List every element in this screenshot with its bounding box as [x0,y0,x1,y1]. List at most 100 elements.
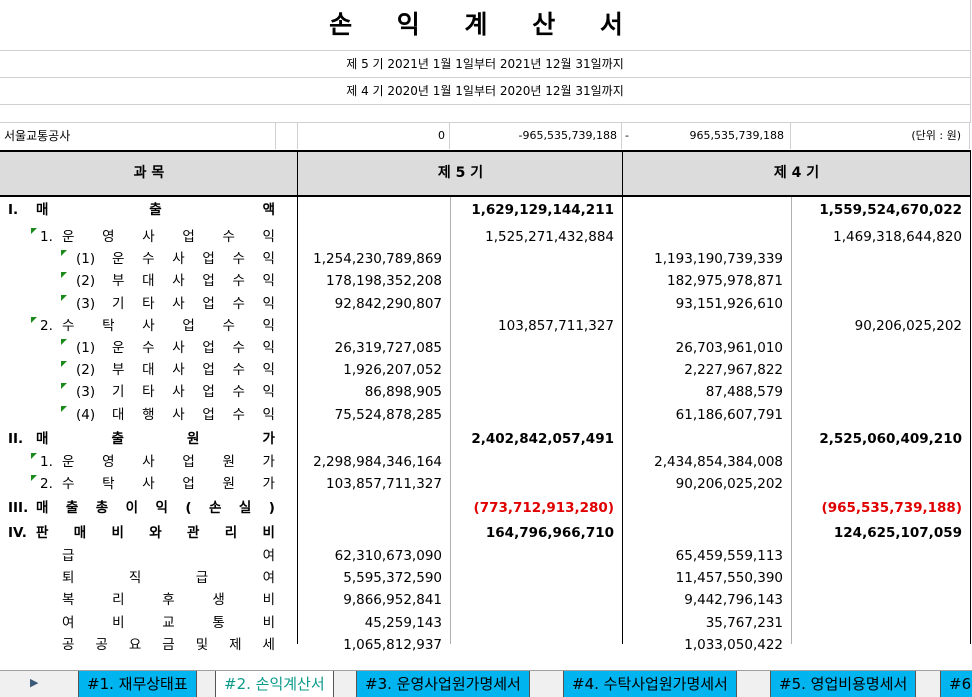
amount-cell[interactable] [450,634,622,656]
amount-cell[interactable] [450,589,622,611]
amount-cell[interactable]: 9,866,952,841 [298,589,450,611]
amount-cell[interactable]: 75,524,878,285 [298,404,450,426]
amount-cell[interactable]: 1,033,050,422 [623,634,791,656]
amount-cell[interactable]: 2,525,060,409,210 [791,426,970,451]
amount-cell[interactable] [791,567,970,589]
amount-cell[interactable]: 26,703,961,010 [623,337,791,359]
amount-cell[interactable] [450,337,622,359]
amount-cell[interactable]: 182,975,978,871 [623,270,791,292]
empty-cell[interactable] [276,123,298,149]
amount-cell[interactable]: 124,625,107,059 [791,520,970,545]
sheet-tab[interactable]: #2. 손익계산서 [215,671,334,697]
amount-cell[interactable] [791,359,970,381]
account-cell[interactable]: (3) 기 타 사 업 수 익 [0,293,297,315]
amount-cell[interactable]: 103,857,711,327 [298,473,450,495]
account-cell[interactable]: 급여 [0,545,297,567]
amount-cell[interactable]: 2,298,984,346,164 [298,451,450,473]
amount-cell[interactable]: 1,559,524,670,022 [791,197,970,226]
amount-cell[interactable]: 1,193,190,739,339 [623,248,791,270]
amount-cell[interactable] [791,293,970,315]
amount-cell[interactable] [791,381,970,403]
amount-cell[interactable]: 26,319,727,085 [298,337,450,359]
amount-cell[interactable] [450,293,622,315]
amount-cell[interactable] [450,545,622,567]
info-value-3-cell[interactable]: - 965,535,739,188 [623,123,791,149]
amount-cell[interactable]: 2,402,842,057,491 [450,426,622,451]
amount-cell[interactable] [623,197,791,226]
company-name[interactable]: 서울교통공사 [0,123,276,149]
amount-cell[interactable]: 61,186,607,791 [623,404,791,426]
account-cell[interactable]: (3) 기 타 사 업 수 익 [0,381,297,403]
amount-cell[interactable]: 45,259,143 [298,612,450,634]
account-cell[interactable]: 공공요금및제세 [0,634,297,656]
sheet-tab[interactable]: #4. 수탁사업원가명세서 [563,671,737,697]
account-cell[interactable]: (1) 운 수 사 업 수 익 [0,248,297,270]
next-sheet-icon[interactable]: ▶ [30,676,38,689]
account-cell[interactable]: 1. 운 영 사 업 수 익 [0,226,297,248]
amount-cell[interactable]: 92,842,290,807 [298,293,450,315]
info-value-2[interactable]: -965,535,739,188 [450,123,622,149]
amount-cell[interactable] [450,381,622,403]
amount-cell[interactable]: 35,767,231 [623,612,791,634]
amount-cell[interactable] [623,315,791,337]
amount-cell[interactable] [298,426,450,451]
amount-cell[interactable] [791,634,970,656]
sheet-tab[interactable]: #1. 재무상태표 [78,671,197,697]
account-cell[interactable]: II. 매 출 원 가 [0,426,297,451]
amount-cell[interactable]: 11,457,550,390 [623,567,791,589]
amount-cell[interactable]: 87,488,579 [623,381,791,403]
sheet-tab[interactable]: #5. 영업비용명세서 [770,671,917,697]
amount-cell[interactable]: 62,310,673,090 [298,545,450,567]
amount-cell[interactable] [298,495,450,520]
amount-cell[interactable] [450,473,622,495]
amount-cell[interactable] [450,404,622,426]
amount-cell[interactable] [791,451,970,473]
info-value-1[interactable]: 0 [298,123,450,149]
amount-cell[interactable] [791,337,970,359]
amount-cell[interactable]: 1,065,812,937 [298,634,450,656]
amount-cell[interactable] [450,248,622,270]
amount-cell[interactable]: 1,254,230,789,869 [298,248,450,270]
amount-cell[interactable]: 164,796,966,710 [450,520,622,545]
account-cell[interactable]: IV. 판 매 비 와 관 리 비 [0,520,297,545]
amount-cell[interactable] [791,545,970,567]
amount-cell[interactable] [623,426,791,451]
sheet-tab[interactable]: #6 [940,671,972,697]
amount-cell[interactable] [450,270,622,292]
amount-cell[interactable] [791,404,970,426]
amount-cell[interactable]: 1,629,129,144,211 [450,197,622,226]
account-cell[interactable]: 2. 수 탁 사 업 원 가 [0,473,297,495]
amount-cell[interactable]: 65,459,559,113 [623,545,791,567]
unit-label[interactable]: (단위 : 원) [791,123,970,149]
amount-cell[interactable] [450,612,622,634]
amount-cell[interactable] [791,248,970,270]
account-cell[interactable]: (2) 부 대 사 업 수 익 [0,270,297,292]
account-cell[interactable]: 여비교통비 [0,612,297,634]
amount-cell[interactable]: (965,535,739,188) [791,495,970,520]
account-cell[interactable]: 1. 운 영 사 업 원 가 [0,451,297,473]
amount-cell[interactable] [450,359,622,381]
spreadsheet-area[interactable]: 손 익 계 산 서 제 5 기 2021년 1월 1일부터 2021년 12월 … [0,0,972,670]
amount-cell[interactable]: 2,227,967,822 [623,359,791,381]
amount-cell[interactable] [791,473,970,495]
amount-cell[interactable] [298,226,450,248]
amount-cell[interactable]: 90,206,025,202 [791,315,970,337]
amount-cell[interactable]: 86,898,905 [298,381,450,403]
amount-cell[interactable] [623,495,791,520]
account-cell[interactable]: I. 매 출 액 [0,197,297,226]
account-cell[interactable]: 복리후생비 [0,589,297,611]
amount-cell[interactable]: 93,151,926,610 [623,293,791,315]
amount-cell[interactable]: 90,206,025,202 [623,473,791,495]
sheet-tab[interactable]: #3. 운영사업원가명세서 [356,671,530,697]
amount-cell[interactable]: (773,712,913,280) [450,495,622,520]
amount-cell[interactable] [623,520,791,545]
account-cell[interactable]: III. 매 출 총 이 익(손 실) [0,495,297,520]
account-cell[interactable]: (4) 대 행 사 업 수 익 [0,404,297,426]
amount-cell[interactable] [298,520,450,545]
amount-cell[interactable] [791,589,970,611]
amount-cell[interactable] [298,315,450,337]
amount-cell[interactable]: 2,434,854,384,008 [623,451,791,473]
amount-cell[interactable]: 5,595,372,590 [298,567,450,589]
account-cell[interactable]: 퇴직급여 [0,567,297,589]
amount-cell[interactable]: 103,857,711,327 [450,315,622,337]
